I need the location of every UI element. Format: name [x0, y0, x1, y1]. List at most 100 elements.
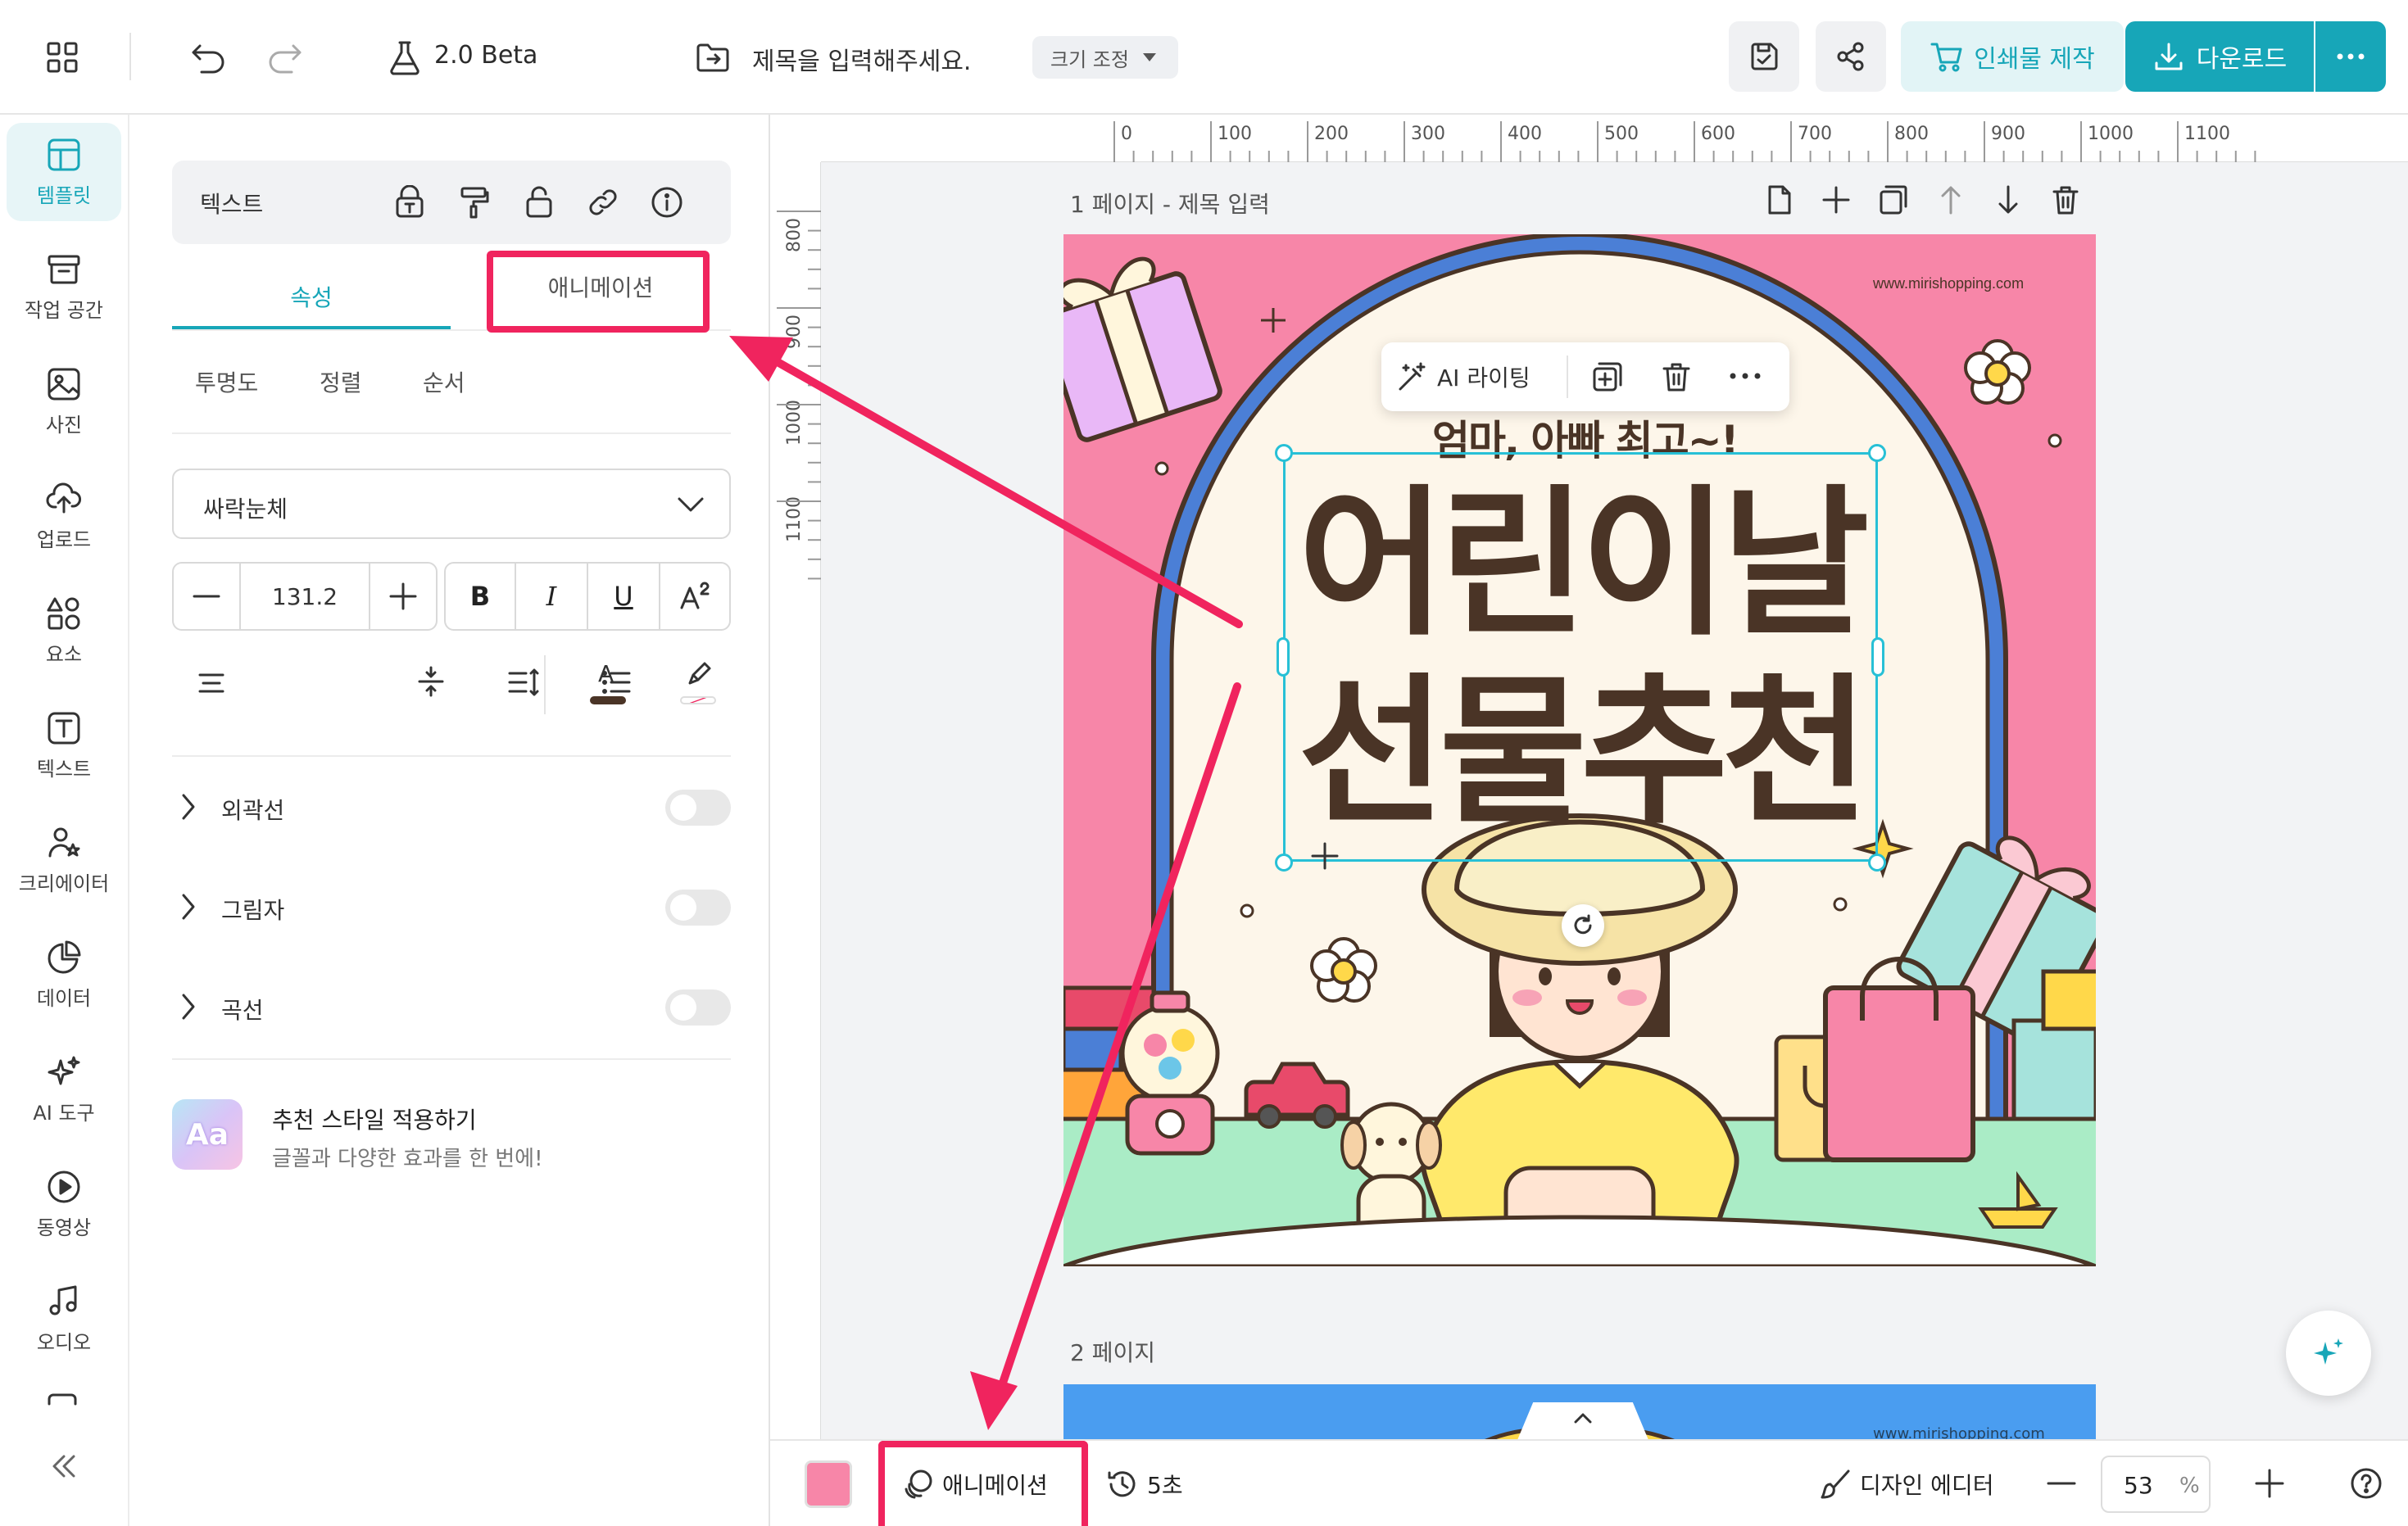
rail-label: 업로드 [36, 528, 92, 551]
recommend-style-card[interactable]: Aa 추천 스타일 적용하기 글꼴과 다양한 효과를 한 번에! [172, 1088, 731, 1178]
collapse-sidebar-icon[interactable] [46, 1451, 82, 1481]
resize-handle-side[interactable] [1277, 637, 1290, 677]
resize-handle-side[interactable] [1871, 637, 1884, 677]
page-add-icon[interactable] [1821, 183, 1852, 216]
save-button[interactable] [1729, 21, 1799, 92]
download-more-button[interactable] [2315, 21, 2386, 92]
info-icon[interactable] [651, 185, 683, 220]
page-add-blank-icon[interactable] [1763, 183, 1794, 216]
section-shadow-label[interactable]: 그림자 [221, 893, 284, 926]
rail-item-ai-tools[interactable]: AI 도구 [7, 1040, 121, 1139]
more-dots-icon [2336, 52, 2365, 61]
caret-down-icon [1142, 52, 1157, 62]
redo-icon[interactable] [267, 41, 303, 74]
lock-icon[interactable] [523, 185, 556, 220]
section-outline-label[interactable]: 외곽선 [221, 793, 284, 826]
rail-label: 크리에이터 [18, 872, 110, 895]
duration-button[interactable]: 5초 [1106, 1457, 1183, 1511]
curve-toggle[interactable] [665, 989, 731, 1026]
rail-label: 사진 [45, 413, 83, 437]
move-crosshair-icon[interactable] [1311, 842, 1339, 870]
ai-writing-button[interactable]: AI 라이팅 [1396, 357, 1531, 396]
text-align-icon[interactable] [195, 668, 228, 698]
font-size-increase-button[interactable] [369, 564, 436, 629]
text-lock-icon[interactable] [393, 185, 426, 220]
page-move-up-icon[interactable] [1935, 183, 1966, 216]
resize-handle[interactable] [1868, 444, 1886, 462]
folder-move-icon[interactable] [695, 41, 731, 74]
font-family-value: 싸락눈체 [203, 496, 288, 523]
document-title-input[interactable]: 제목을 입력해주세요. [752, 41, 971, 77]
italic-button[interactable]: I [516, 564, 588, 629]
rail-label: 동영상 [36, 1216, 92, 1239]
highlight-color-button[interactable] [673, 660, 723, 709]
rail-item-audio[interactable]: 오디오 [7, 1270, 121, 1368]
rail-item-text[interactable]: 텍스트 [7, 696, 121, 795]
chevron-right-icon[interactable] [180, 993, 197, 1021]
resize-handle[interactable] [1868, 854, 1886, 872]
rail-item-elements[interactable]: 요소 [7, 582, 121, 680]
rail-item-partial [44, 1392, 80, 1406]
line-spacing-icon[interactable] [506, 667, 541, 698]
subtab-order[interactable]: 순서 [423, 365, 465, 398]
rail-item-data[interactable]: 데이터 [7, 926, 121, 1024]
section-divider [172, 1058, 731, 1060]
expand-pages-tab[interactable] [1517, 1402, 1648, 1439]
font-size-input[interactable]: 131.2 [241, 564, 369, 629]
bold-label: B [469, 581, 491, 612]
link-icon[interactable] [587, 185, 619, 220]
delete-element-icon[interactable] [1660, 360, 1693, 393]
font-size-stepper[interactable]: 131.2 [172, 562, 438, 631]
rail-item-video[interactable]: 동영상 [7, 1155, 121, 1253]
page-delete-icon[interactable] [2050, 183, 2081, 216]
rail-item-upload[interactable]: 업로드 [7, 467, 121, 565]
subtab-opacity[interactable]: 투명도 [195, 365, 258, 398]
zoom-unit: % [2179, 1474, 2200, 1498]
share-button[interactable] [1816, 21, 1886, 92]
font-family-dropdown[interactable]: 싸락눈체 [172, 469, 731, 539]
photo-icon [46, 366, 82, 402]
page-background-color-swatch[interactable] [805, 1460, 852, 1508]
page-duplicate-icon[interactable] [1878, 183, 1909, 216]
help-icon[interactable] [2350, 1467, 2383, 1500]
rail-item-template[interactable]: 템플릿 [7, 123, 121, 221]
bold-button[interactable]: B [446, 564, 516, 629]
rotate-handle[interactable] [1562, 904, 1604, 947]
more-options-icon[interactable] [1729, 372, 1762, 380]
design-page-1[interactable]: www.mirishopping.com 엄마, 아빠 최고~! 어린이날 선물… [1063, 234, 2096, 1266]
print-order-button[interactable]: 인쇄물 제작 [1901, 21, 2124, 92]
rail-item-workspace[interactable]: 작업 공간 [7, 238, 121, 336]
resize-handle[interactable] [1275, 444, 1293, 462]
zoom-in-icon[interactable] [2255, 1469, 2284, 1498]
resize-dropdown[interactable]: 크기 조정 [1032, 36, 1178, 79]
duplicate-element-icon[interactable] [1591, 360, 1624, 393]
menu-grid-icon[interactable] [46, 41, 79, 74]
ai-assistant-button[interactable] [2286, 1311, 2371, 1396]
vertical-align-icon[interactable] [415, 665, 447, 698]
rail-item-photo[interactable]: 사진 [7, 352, 121, 451]
superscript-button[interactable] [660, 564, 729, 629]
ruler-label: 900 [784, 315, 805, 349]
text-color-button[interactable]: A [583, 660, 633, 709]
chevron-right-icon[interactable] [180, 793, 197, 821]
page-move-down-icon[interactable] [1993, 183, 2024, 216]
underline-button[interactable]: U [588, 564, 660, 629]
subtab-align[interactable]: 정렬 [320, 365, 362, 398]
rail-item-creator[interactable]: 크리에이터 [7, 811, 121, 909]
zoom-out-icon[interactable] [2047, 1482, 2076, 1485]
recommend-style-icon: Aa [172, 1099, 243, 1170]
section-curve-label[interactable]: 곡선 [221, 993, 264, 1026]
design-editor-button[interactable]: 디자인 에디터 [1819, 1457, 1993, 1511]
version-label[interactable]: 2.0 Beta [434, 41, 537, 70]
resize-handle[interactable] [1275, 854, 1293, 872]
shadow-toggle[interactable] [665, 890, 731, 926]
rail-label: 오디오 [36, 1330, 92, 1354]
outline-toggle[interactable] [665, 790, 731, 826]
undo-icon[interactable] [190, 41, 226, 74]
format-painter-icon[interactable] [457, 185, 490, 220]
font-size-decrease-button[interactable] [174, 564, 241, 629]
zoom-input[interactable]: 53 % [2101, 1456, 2211, 1513]
chevron-right-icon[interactable] [180, 893, 197, 921]
tab-properties[interactable]: 속성 [172, 265, 451, 328]
download-button[interactable]: 다운로드 [2125, 21, 2314, 92]
